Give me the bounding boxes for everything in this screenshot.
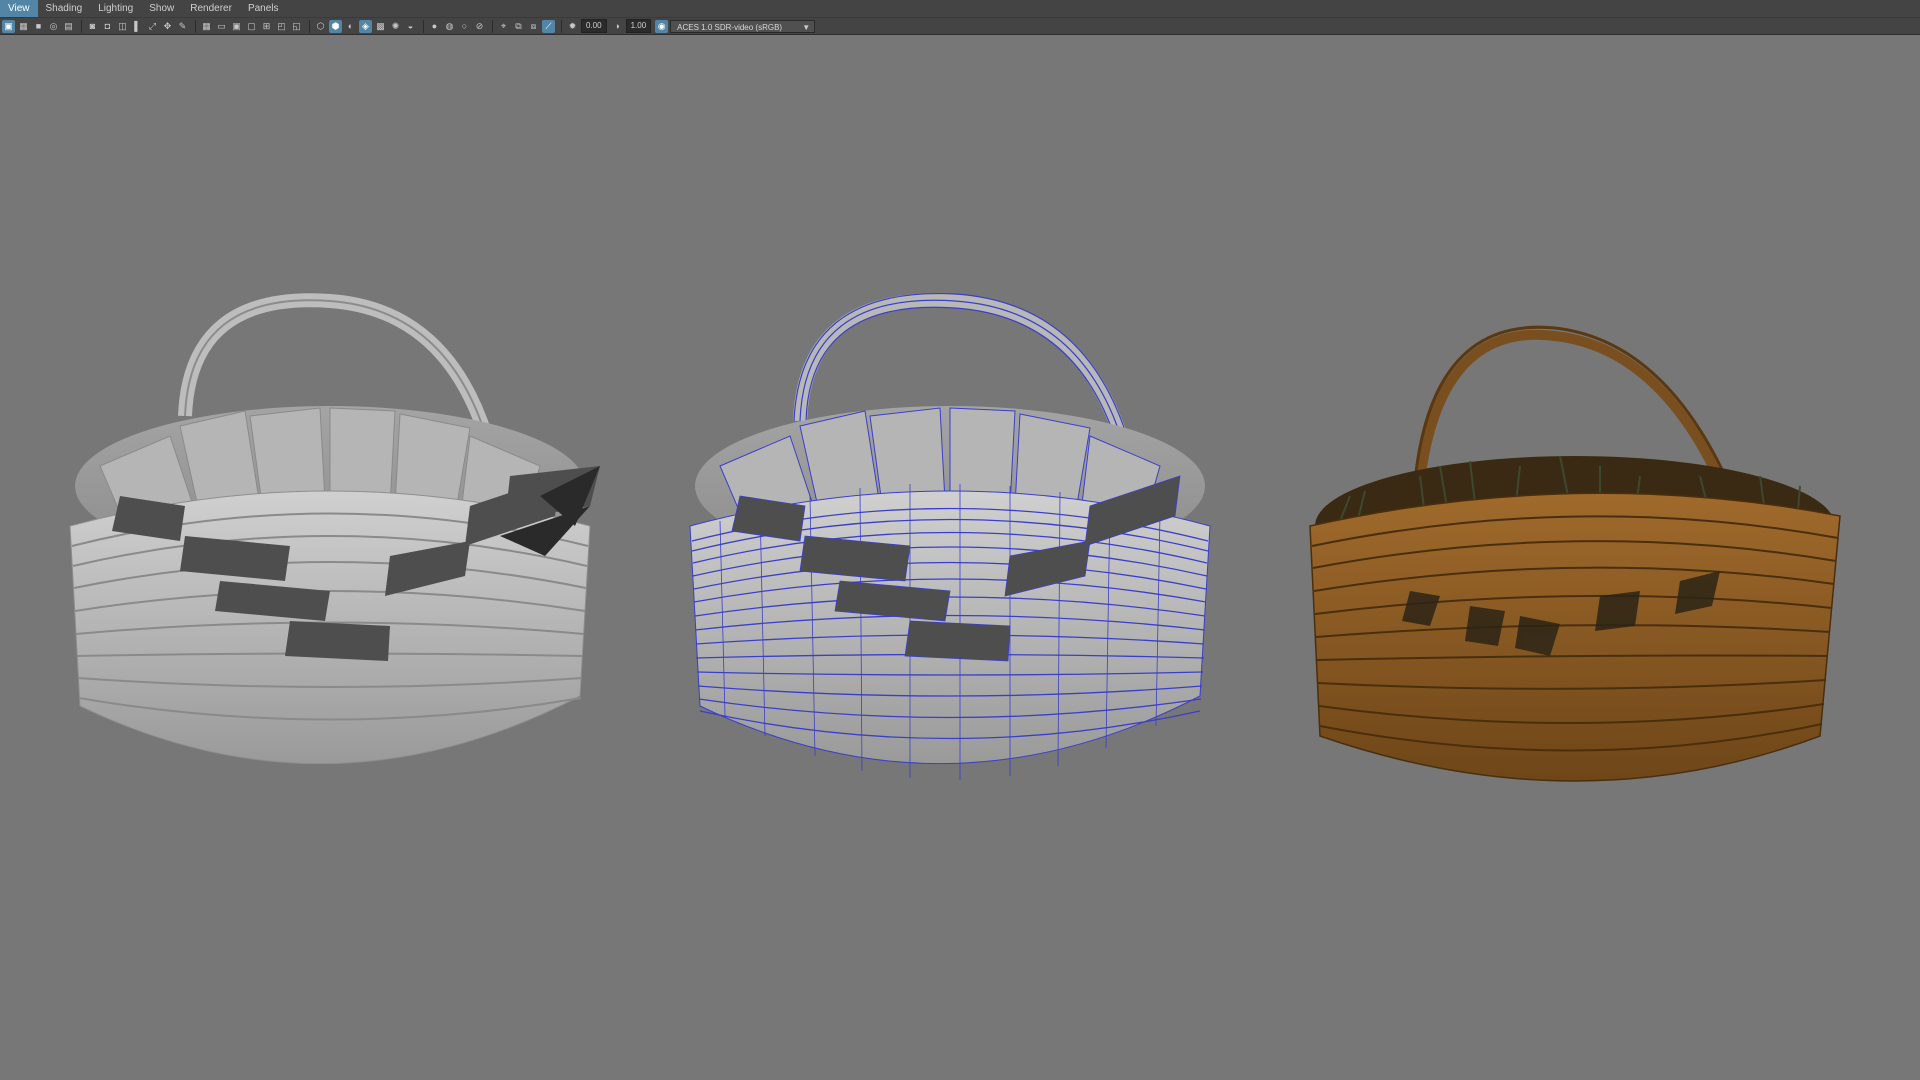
menu-shading[interactable]: Shading <box>38 0 91 17</box>
panel-menu-bar: View Shading Lighting Show Renderer Pane… <box>0 0 1920 18</box>
xray-active-components-icon[interactable]: ⧈ <box>527 20 540 33</box>
exposure-icon[interactable]: ✹ <box>566 20 579 33</box>
select-camera-icon[interactable]: ▣ <box>2 19 15 33</box>
viewport-scene <box>69 292 1841 782</box>
toolbar-separator <box>195 19 196 33</box>
gamma-icon[interactable]: ◑ <box>611 20 624 33</box>
smooth-shade-icon[interactable]: ⬢ <box>329 19 342 33</box>
field-chart-icon[interactable]: ⊞ <box>260 20 273 33</box>
isolate-select-icon[interactable]: ⌖ <box>497 20 510 33</box>
image-plane-icon[interactable]: ▤ <box>62 20 75 33</box>
xray-icon[interactable]: ⧉ <box>512 20 525 33</box>
wireframe-icon[interactable]: ⬡ <box>314 20 327 33</box>
resolution-gate-icon[interactable]: ▣ <box>230 20 243 33</box>
move-icon[interactable]: ✥ <box>161 20 174 33</box>
2d-pan-zoom-icon[interactable]: ⤢ <box>146 20 159 33</box>
panel-toolbar: ▣ ▦ ■ ◎ ▤ ◙ ◘ ◫ ▌ ⤢ ✥ ✎ ▦ ▭ ▣ ▢ ⊞ ◰ ◱ ⬡ … <box>0 18 1920 35</box>
toolbar-separator <box>309 19 310 33</box>
color-management-icon[interactable]: ◉ <box>655 19 669 33</box>
toolbar-separator <box>492 19 493 33</box>
grease-pencil-icon[interactable]: ✎ <box>176 20 189 33</box>
screen-space-ao-icon[interactable]: ● <box>428 20 441 33</box>
textured-icon[interactable]: ▩ <box>374 20 387 33</box>
toolbar-separator <box>561 19 562 33</box>
menu-show[interactable]: Show <box>141 0 182 17</box>
bookmarks-icon[interactable]: ◎ <box>47 20 60 33</box>
view-transform-value: ACES 1.0 SDR-video (sRGB) <box>677 22 783 32</box>
menu-lighting[interactable]: Lighting <box>90 0 141 17</box>
menu-renderer[interactable]: Renderer <box>182 0 240 17</box>
motion-blur-icon[interactable]: ◍ <box>443 20 456 33</box>
anti-aliasing-icon[interactable]: ○ <box>458 20 471 33</box>
basket-wireframe-on-shaded[interactable] <box>689 292 1211 780</box>
use-all-lights-icon[interactable]: ✺ <box>389 20 402 33</box>
film-gate-icon[interactable]: ▭ <box>215 20 228 33</box>
3d-viewport[interactable] <box>0 36 1920 1080</box>
chevron-down-icon: ▼ <box>802 22 811 32</box>
exposure-field[interactable]: 0.00 <box>581 19 607 33</box>
toolbar-separator <box>423 19 424 33</box>
bookmark-icon[interactable]: ▌ <box>131 20 144 33</box>
basket-textured[interactable] <box>1309 325 1841 782</box>
menu-panels[interactable]: Panels <box>240 0 287 17</box>
wireframe-on-shaded-icon[interactable]: ◈ <box>359 19 372 33</box>
camera-resolution-gate-icon[interactable]: ◫ <box>116 20 129 33</box>
camera-film-gate-icon[interactable]: ◘ <box>101 20 114 33</box>
view-transform-dropdown[interactable]: ACES 1.0 SDR-video (sRGB) ▼ <box>670 19 816 33</box>
toolbar-separator <box>81 19 82 33</box>
safe-action-icon[interactable]: ◰ <box>275 20 288 33</box>
gate-mask-icon[interactable]: ▢ <box>245 20 258 33</box>
depth-of-field-icon[interactable]: ⊘ <box>473 20 486 33</box>
camera-attributes-icon[interactable]: ■ <box>32 20 45 33</box>
xray-joints-icon[interactable]: ⟋ <box>542 19 555 33</box>
basket-smooth-shaded[interactable] <box>69 293 600 764</box>
safe-title-icon[interactable]: ◱ <box>290 20 303 33</box>
grid-icon[interactable]: ▦ <box>200 20 213 33</box>
camera-icon[interactable]: ◙ <box>86 20 99 33</box>
menu-view[interactable]: View <box>0 0 38 17</box>
use-default-material-icon[interactable]: ◐ <box>344 20 357 33</box>
gamma-field[interactable]: 1.00 <box>625 19 652 33</box>
lock-camera-icon[interactable]: ▦ <box>17 20 30 33</box>
shadows-icon[interactable]: ◒ <box>404 20 417 33</box>
